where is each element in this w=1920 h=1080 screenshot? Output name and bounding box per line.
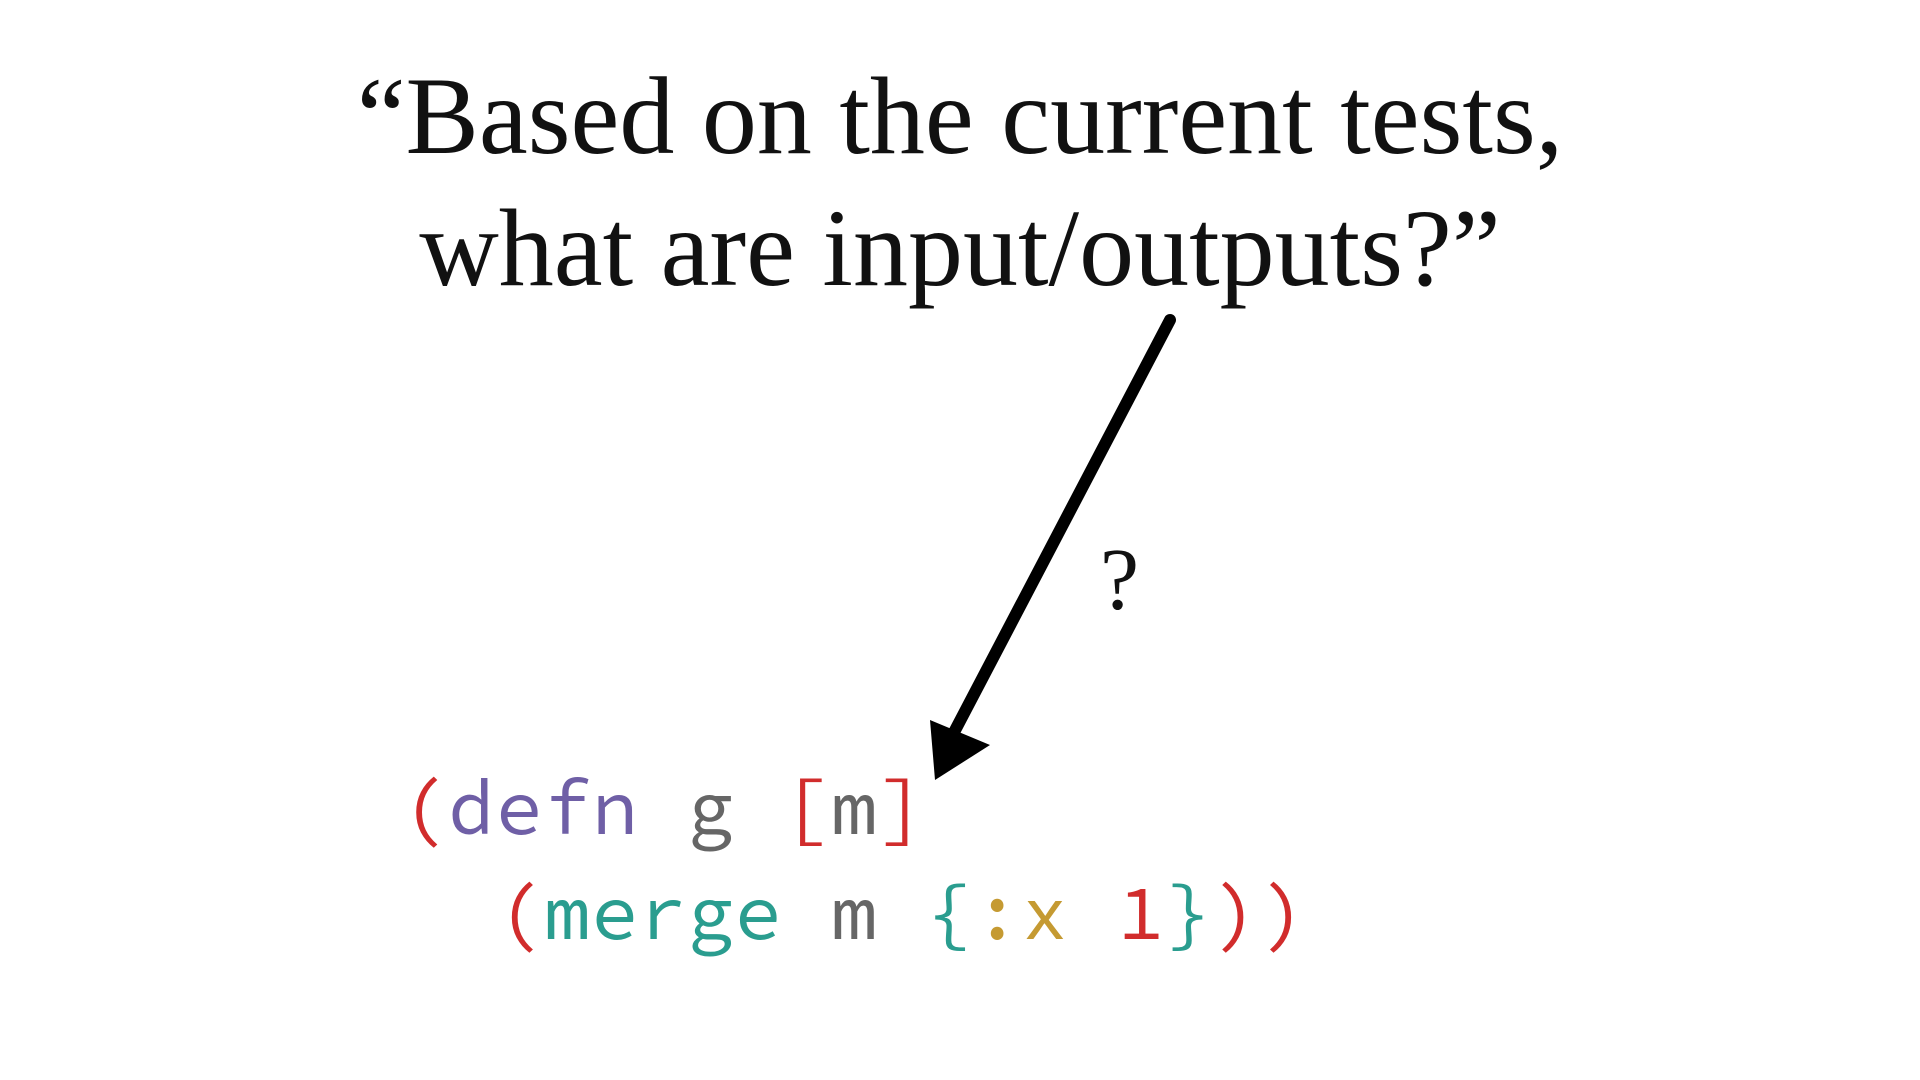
paren-open: ( [400, 758, 448, 856]
paren-open: ( [496, 863, 544, 961]
code-block: (defn g [m] (merge m {:x 1})) [400, 755, 1308, 966]
bracket-open: [ [782, 758, 830, 856]
brace-close: } [1165, 863, 1213, 961]
arg-m: m [830, 863, 878, 961]
paren-close: ) [1213, 863, 1261, 961]
space [735, 758, 783, 856]
literal-1: 1 [1117, 863, 1165, 961]
arrow [880, 280, 1260, 800]
question-mark: ? [1100, 530, 1139, 631]
space [639, 758, 687, 856]
param-m: m [830, 758, 878, 856]
heading-line-1: “Based on the current tests, [0, 50, 1920, 182]
brace-open: { [926, 863, 974, 961]
space [1069, 863, 1117, 961]
paren-close: ) [1261, 863, 1309, 961]
space [878, 863, 926, 961]
indent [400, 863, 496, 961]
heading: “Based on the current tests, what are in… [0, 50, 1920, 314]
slide: “Based on the current tests, what are in… [0, 0, 1920, 1080]
space [782, 863, 830, 961]
keyword-defn: defn [448, 758, 639, 856]
bracket-close: ] [878, 758, 926, 856]
fn-name: g [687, 758, 735, 856]
keyword-x: :x [974, 863, 1070, 961]
fn-merge: merge [543, 863, 782, 961]
